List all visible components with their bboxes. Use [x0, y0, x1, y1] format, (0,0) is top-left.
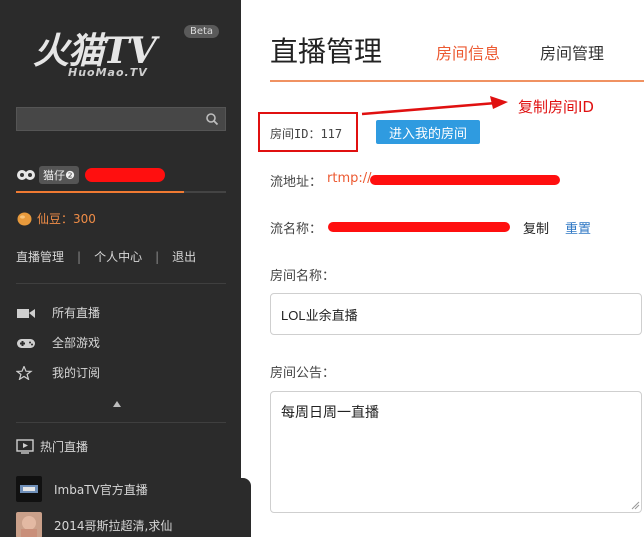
enter-my-room-button[interactable]: 进入我的房间 [376, 120, 480, 144]
site-logo-sub: HuoMao.TV [68, 66, 148, 79]
redacted-username [84, 168, 165, 182]
link-logout[interactable]: 退出 [172, 248, 196, 265]
redacted-stream-url [370, 175, 560, 185]
room-id-label: 房间ID：117 [270, 127, 343, 141]
sidebar-divider [16, 422, 226, 423]
tab-room-info[interactable]: 房间信息 [436, 40, 500, 64]
search-input[interactable] [17, 108, 197, 130]
bean-coin-icon [17, 212, 32, 226]
tab-room-manage[interactable]: 房间管理 [540, 40, 604, 64]
page-title: 直播管理 [270, 35, 383, 68]
hot-live-heading: 热门直播 [16, 438, 88, 455]
search-icon[interactable] [205, 112, 219, 126]
sidebar-divider [16, 283, 226, 284]
notice-label: 房间公告： [270, 366, 336, 381]
hot-live-title: 热门直播 [40, 440, 89, 454]
chevron-up-icon[interactable] [112, 400, 122, 408]
reset-button[interactable]: 重置 [565, 218, 591, 237]
link-separator: | [155, 249, 160, 264]
level-progress-track [184, 191, 226, 193]
user-links: 直播管理 | 个人中心 | 退出 [16, 248, 196, 265]
header-underline [270, 80, 644, 82]
annotation-arrow-icon [361, 96, 508, 116]
notice-textarea[interactable]: 每周日周一直播 [270, 391, 642, 513]
room-name-label: 房间名称： [270, 269, 336, 284]
tv-play-icon [16, 439, 34, 454]
page-root: 火猫TV HuoMao.TV Beta 猫仔❷ 仙豆：300 直播管理 | 个人… [0, 0, 644, 537]
stream-url-value: rtmp:// [327, 171, 372, 186]
link-personal-center[interactable]: 个人中心 [94, 248, 142, 265]
resize-grip-icon[interactable] [630, 500, 640, 510]
sidebar-item-label: 我的订阅 [52, 366, 101, 380]
beta-badge: Beta [184, 25, 220, 38]
user-info: 猫仔❷ [16, 165, 165, 185]
sidebar-item-all-live[interactable]: 所有直播 [16, 304, 100, 321]
stream-title: ImbaTV官方直播 [54, 482, 148, 497]
star-icon [16, 365, 33, 380]
coins-display: 仙豆：300 [16, 210, 96, 227]
search-box [16, 107, 226, 131]
stream-item[interactable]: ImbaTV官方直播 [16, 476, 148, 502]
sidebar-item-label: 全部游戏 [52, 336, 101, 350]
level-progress-fill [16, 191, 184, 193]
room-name-input[interactable] [270, 293, 642, 335]
redacted-stream-name [328, 222, 510, 232]
sidebar-item-all-games[interactable]: 全部游戏 [16, 334, 100, 351]
sidebar: 火猫TV HuoMao.TV Beta 猫仔❷ 仙豆：300 直播管理 | 个人… [0, 0, 241, 537]
stream-item[interactable]: 2014哥斯拉超清,求仙 [16, 512, 172, 537]
sidebar-item-subscriptions[interactable]: 我的订阅 [16, 364, 100, 381]
copy-button[interactable]: 复制 [523, 218, 549, 237]
stream-title: 2014哥斯拉超清,求仙 [54, 518, 173, 533]
stream-url-label: 流地址： [270, 175, 323, 190]
owl-avatar-icon [17, 170, 35, 180]
annotation-copy-room-id: 复制房间ID [518, 98, 594, 116]
sidebar-tab-edge [241, 478, 251, 537]
link-live-manage[interactable]: 直播管理 [16, 248, 64, 265]
gamepad-icon [17, 338, 35, 348]
coins-text: 仙豆：300 [37, 212, 96, 226]
video-camera-icon [17, 308, 35, 318]
stream-thumbnail [16, 512, 42, 537]
user-rank-badge: 猫仔❷ [39, 166, 79, 184]
sidebar-item-label: 所有直播 [52, 306, 101, 320]
stream-name-label: 流名称： [270, 222, 323, 237]
stream-thumbnail [16, 476, 42, 502]
link-separator: | [77, 249, 82, 264]
